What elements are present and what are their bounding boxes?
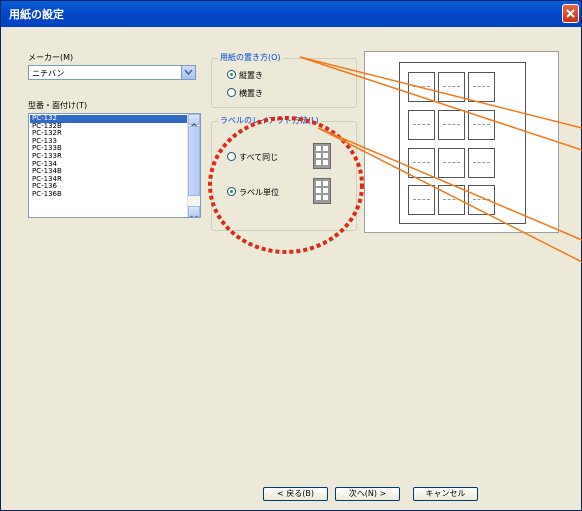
callout-line (299, 56, 582, 129)
callout-line (317, 127, 582, 263)
annotation-overlay (208, 56, 582, 263)
callout-line (317, 127, 582, 241)
callout-line (299, 56, 582, 151)
